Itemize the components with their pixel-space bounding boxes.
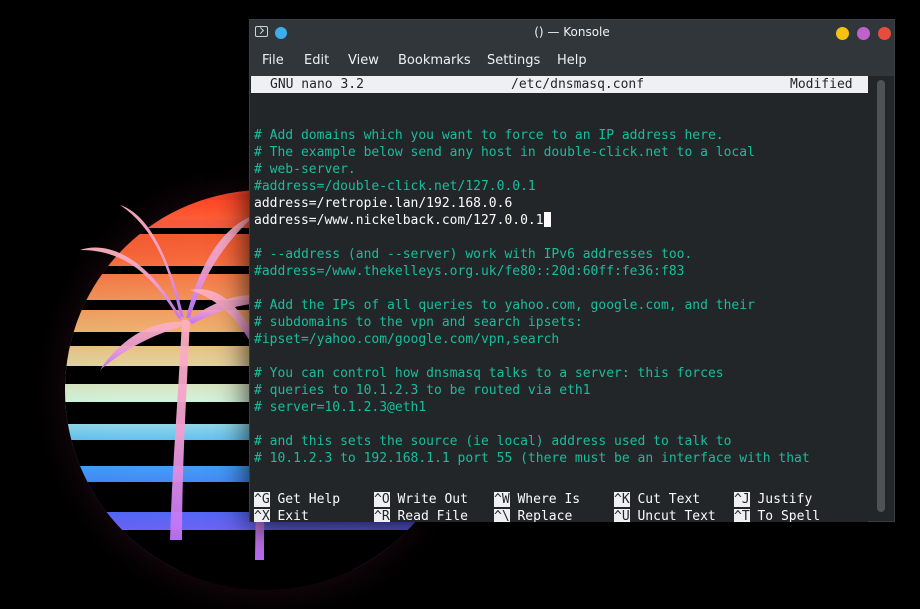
- editor-line-text: address=/www.nickelback.com/127.0.0.1: [254, 213, 544, 228]
- editor-line-text: # --address (and --server) work with IPv…: [254, 247, 693, 262]
- nano-shortcut: ^U Uncut Text: [614, 508, 716, 522]
- konsole-window: () — Konsole File Edit View Bookmarks Se…: [249, 19, 895, 522]
- nano-shortcut: ^\ Replace: [494, 508, 572, 522]
- editor-line-text: # subdomains to the vpn and search ipset…: [254, 315, 583, 330]
- editor-line-text: # Add the IPs of all queries to yahoo.co…: [254, 298, 755, 313]
- nano-status: Modified: [790, 77, 853, 92]
- editor-line-text: #address=/double-click.net/127.0.0.1: [254, 179, 536, 194]
- editor-line[interactable]: # server=10.1.2.3@eth1: [254, 399, 426, 416]
- window-titlebar[interactable]: () — Konsole: [250, 20, 894, 46]
- menu-view[interactable]: View: [348, 53, 379, 68]
- editor-line-text: #address=/www.thekelleys.org.uk/fe80::20…: [254, 264, 685, 279]
- shortcut-key: ^\: [494, 509, 510, 522]
- shortcut-label: Cut Text: [629, 492, 701, 507]
- shortcut-label: Write Out: [389, 492, 468, 507]
- shortcut-label: Get Help: [269, 492, 341, 507]
- editor-line[interactable]: # --address (and --server) work with IPv…: [254, 246, 692, 263]
- shortcut-key: ^J: [734, 492, 750, 507]
- close-button[interactable]: [878, 27, 891, 40]
- editor-line[interactable]: # subdomains to the vpn and search ipset…: [254, 314, 583, 331]
- editor-line[interactable]: address=/www.nickelback.com/127.0.0.1: [254, 212, 551, 229]
- editor-line[interactable]: # and this sets the source (ie local) ad…: [254, 433, 731, 450]
- editor-line-text: # server=10.1.2.3@eth1: [254, 400, 427, 415]
- editor-line[interactable]: #address=/double-click.net/127.0.0.1: [254, 178, 536, 195]
- shortcut-key: ^G: [254, 492, 270, 507]
- editor-line[interactable]: address=/retropie.lan/192.168.0.6: [254, 195, 512, 212]
- nano-filename: /etc/dnsmasq.conf: [511, 77, 645, 92]
- editor-line-text: #ipset=/yahoo.com/google.com/vpn,search: [254, 332, 560, 347]
- menu-bar: File Edit View Bookmarks Settings Help: [250, 46, 894, 76]
- nano-shortcut: ^J Justify: [734, 491, 812, 508]
- editor-line[interactable]: # Add domains which you want to force to…: [254, 127, 724, 144]
- nano-shortcut: ^O Write Out: [374, 491, 468, 508]
- menu-help[interactable]: Help: [557, 53, 587, 68]
- nano-shortcut: ^K Cut Text: [614, 491, 700, 508]
- editor-line[interactable]: # queries to 10.1.2.3 to be routed via e…: [254, 382, 591, 399]
- shortcut-label: Replace: [509, 509, 573, 522]
- editor-line-text: # queries to 10.1.2.3 to be routed via e…: [254, 383, 591, 398]
- shortcut-label: Exit: [269, 509, 309, 522]
- menu-file[interactable]: File: [262, 53, 284, 68]
- shortcut-key: ^R: [374, 509, 390, 522]
- shortcut-label: To Spell: [749, 509, 821, 522]
- editor-line-text: address=/retropie.lan/192.168.0.6: [254, 196, 513, 211]
- editor-line-text: # 10.1.2.3 to 192.168.1.1 port 55 (there…: [254, 451, 810, 466]
- minimize-button[interactable]: [836, 27, 849, 40]
- editor-line-text: # and this sets the source (ie local) ad…: [254, 434, 732, 449]
- shortcut-key: ^X: [254, 509, 270, 522]
- maximize-button[interactable]: [857, 27, 870, 40]
- nano-version: GNU nano 3.2: [270, 77, 364, 92]
- nano-shortcut: ^T To Spell: [734, 508, 820, 522]
- editor-line[interactable]: # You can control how dnsmasq talks to a…: [254, 365, 724, 382]
- menu-edit[interactable]: Edit: [304, 53, 329, 68]
- shortcut-label: Uncut Text: [629, 509, 716, 522]
- editor-line[interactable]: # 10.1.2.3 to 192.168.1.1 port 55 (there…: [254, 450, 810, 467]
- shortcut-label: Read File: [389, 509, 468, 522]
- shortcut-key: ^T: [734, 509, 750, 522]
- nano-shortcut: ^G Get Help: [254, 491, 340, 508]
- window-title: () — Konsole: [534, 25, 610, 39]
- text-cursor: [543, 212, 551, 227]
- editor-line[interactable]: # The example below send any host in dou…: [254, 144, 755, 161]
- menu-settings[interactable]: Settings: [487, 53, 540, 68]
- editor-line[interactable]: #address=/www.thekelleys.org.uk/fe80::20…: [254, 263, 684, 280]
- terminal-area[interactable]: GNU nano 3.2 /etc/dnsmasq.conf Modified …: [251, 76, 868, 522]
- shortcut-label: Justify: [749, 492, 813, 507]
- shortcut-key: ^U: [614, 509, 630, 522]
- nano-shortcut: ^X Exit: [254, 508, 309, 522]
- editor-line-text: # The example below send any host in dou…: [254, 145, 755, 160]
- editor-line-text: # Add domains which you want to force to…: [254, 128, 724, 143]
- shortcut-label: Where Is: [509, 492, 581, 507]
- shortcut-key: ^O: [374, 492, 390, 507]
- editor-line-text: # web-server.: [254, 162, 356, 177]
- shortcut-key: ^W: [494, 492, 510, 507]
- terminal-scrollbar[interactable]: [877, 80, 885, 512]
- menu-bookmarks[interactable]: Bookmarks: [398, 53, 471, 68]
- shortcut-key: ^K: [614, 492, 630, 507]
- nano-shortcut: ^R Read File: [374, 508, 468, 522]
- editor-line[interactable]: # Add the IPs of all queries to yahoo.co…: [254, 297, 755, 314]
- nano-title-bar: GNU nano 3.2 /etc/dnsmasq.conf Modified: [251, 76, 868, 93]
- editor-line-text: # You can control how dnsmasq talks to a…: [254, 366, 724, 381]
- editor-line[interactable]: # web-server.: [254, 161, 356, 178]
- editor-line[interactable]: #ipset=/yahoo.com/google.com/vpn,search: [254, 331, 559, 348]
- nano-shortcut: ^W Where Is: [494, 491, 580, 508]
